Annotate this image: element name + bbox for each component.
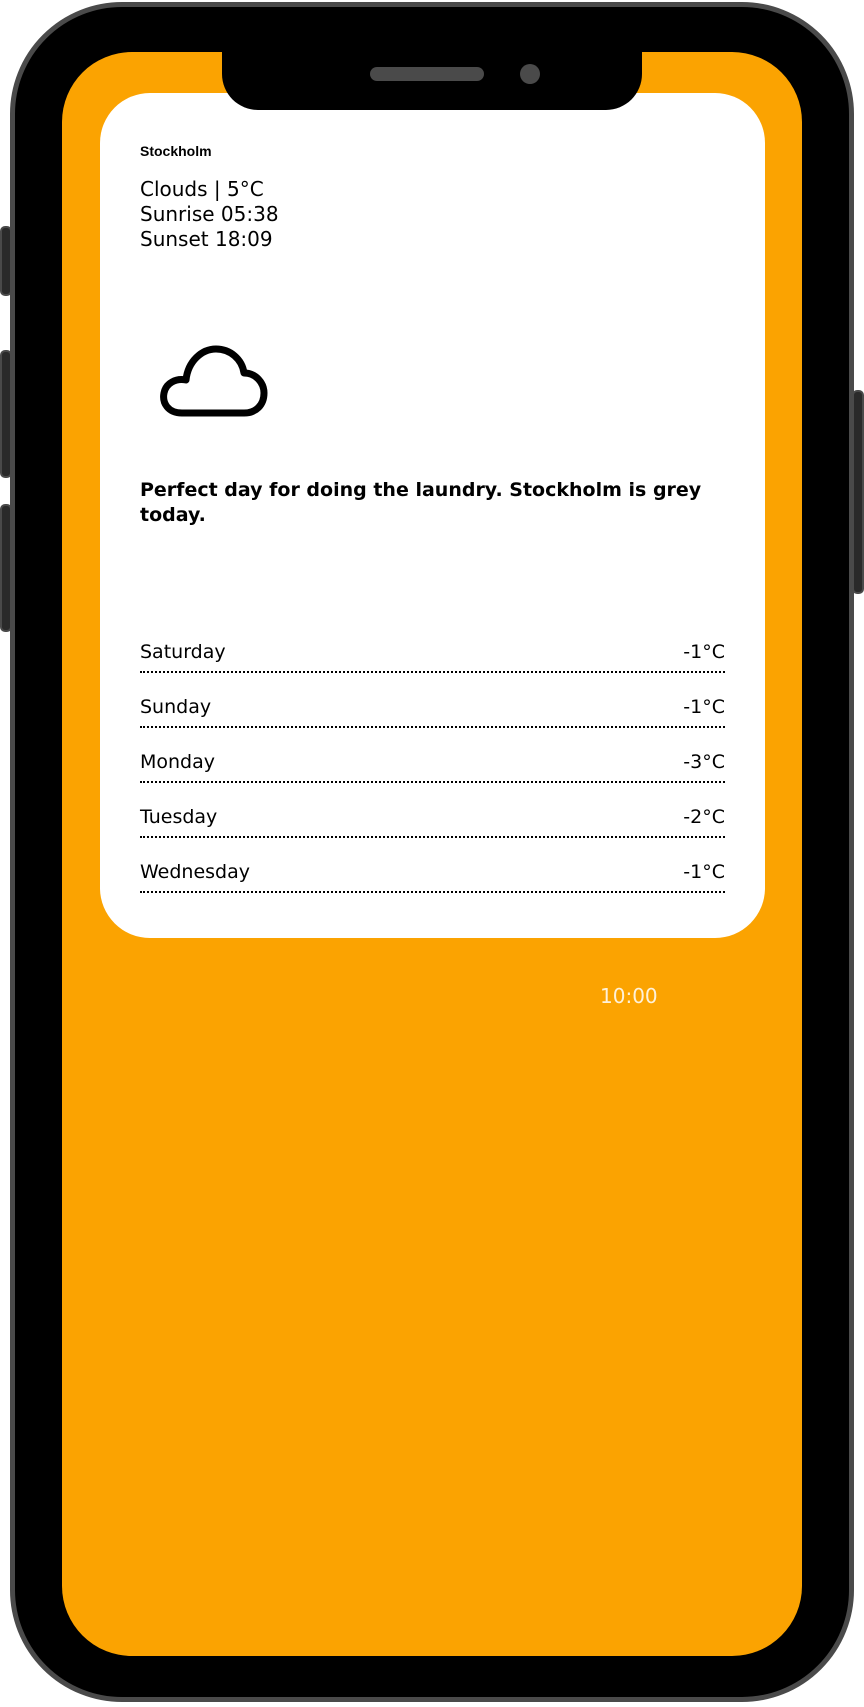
speaker-grille: [370, 67, 484, 81]
forecast-row: Wednesday -1°C: [140, 838, 725, 893]
volume-up-button: [0, 350, 12, 478]
forecast-list: Saturday -1°C Sunday -1°C Monday -3°C Tu…: [140, 623, 725, 893]
sunset-text: Sunset 18:09: [140, 227, 273, 251]
sunrise-text: Sunrise 05:38: [140, 202, 279, 226]
mute-switch: [0, 226, 12, 296]
forecast-day: Tuesday: [140, 806, 218, 828]
volume-down-button: [0, 504, 12, 632]
forecast-row: Sunday -1°C: [140, 673, 725, 728]
weather-message: Perfect day for doing the laundry. Stock…: [140, 479, 702, 526]
weather-card: Stockholm Clouds | 5°C Sunrise 05:38 Sun…: [100, 93, 765, 938]
forecast-temp: -1°C: [683, 641, 725, 663]
cloud-icon: [160, 345, 268, 417]
forecast-temp: -1°C: [683, 861, 725, 883]
power-button: [852, 390, 864, 594]
forecast-temp: -2°C: [683, 806, 725, 828]
clock-time: 10:00: [600, 984, 658, 1008]
forecast-row: Tuesday -2°C: [140, 783, 725, 838]
forecast-day: Wednesday: [140, 861, 251, 883]
forecast-row: Monday -3°C: [140, 728, 725, 783]
forecast-day: Sunday: [140, 696, 212, 718]
forecast-temp: -3°C: [683, 751, 725, 773]
front-camera: [520, 64, 540, 84]
weather-summary: Clouds | 5°C Sunrise 05:38 Sunset 18:09: [140, 177, 725, 252]
forecast-day: Monday: [140, 751, 216, 773]
city-name: Stockholm: [140, 143, 212, 159]
forecast-day: Saturday: [140, 641, 226, 663]
notch: [222, 52, 642, 110]
phone-screen: Stockholm Clouds | 5°C Sunrise 05:38 Sun…: [62, 52, 802, 1656]
forecast-temp: -1°C: [683, 696, 725, 718]
forecast-row: Saturday -1°C: [140, 623, 725, 673]
conditions-text: Clouds | 5°C: [140, 177, 264, 201]
